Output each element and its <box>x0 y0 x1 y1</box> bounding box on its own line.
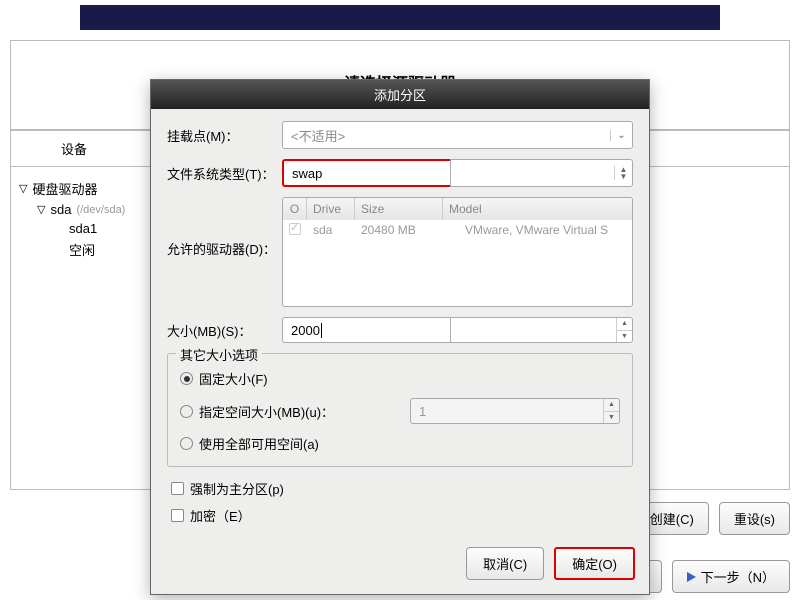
allowed-drives-label: 允许的驱动器(D)： <box>167 197 282 258</box>
tree-disk-label: sda <box>50 202 71 217</box>
fs-type-value[interactable]: swap <box>284 166 450 181</box>
drive-row-size: 20480 MB <box>355 223 443 238</box>
chevron-down-icon: ⌄ <box>610 130 632 141</box>
spinner-down-icon: ▼ <box>617 331 632 343</box>
chevron-down-icon[interactable]: ▽ <box>37 203 45 216</box>
force-primary-label: 强制为主分区(p) <box>190 479 284 498</box>
spinner-buttons[interactable]: ▲▼ <box>616 318 632 342</box>
arrow-right-icon <box>687 572 696 582</box>
text-cursor <box>321 323 322 338</box>
encrypt-checkbox[interactable]: 加密（E） <box>167 502 633 529</box>
table-action-buttons: 创建(C) 重设(s) <box>635 502 790 535</box>
drive-th-check[interactable]: O <box>283 198 307 220</box>
checkbox-icon <box>171 509 184 522</box>
radio-fill-max-label: 使用全部可用空间(a) <box>199 434 319 453</box>
allowed-drives-table: O Drive Size Model sda 20480 MB VMware, … <box>282 197 633 307</box>
spinner-down-icon: ▼ <box>604 412 619 424</box>
checkbox-icon <box>171 482 184 495</box>
radio-fill-max[interactable]: 使用全部可用空间(a) <box>180 429 620 458</box>
device-column-header[interactable]: 设备 <box>11 139 137 158</box>
mount-point-label: 挂载点(M)： <box>167 126 282 145</box>
radio-fixed[interactable]: 固定大小(F) <box>180 364 620 393</box>
drive-row-model: VMware, VMware Virtual S <box>443 223 632 238</box>
drive-th-drive[interactable]: Drive <box>307 198 355 220</box>
drive-th-size[interactable]: Size <box>355 198 443 220</box>
extra-size-legend: 其它大小选项 <box>176 345 262 364</box>
drive-row-drive: sda <box>307 223 355 238</box>
tree-partition-label: sda1 <box>69 221 97 236</box>
checkmark-icon <box>289 223 301 235</box>
cancel-button[interactable]: 取消(C) <box>466 547 544 580</box>
radio-fill-to[interactable]: 指定空间大小(MB)(u)： 1 ▲▼ <box>180 393 620 429</box>
spinner-up-icon: ▲ <box>617 318 632 331</box>
spinner-buttons: ▲▼ <box>603 399 619 423</box>
radio-icon <box>180 372 193 385</box>
fill-to-value: 1 <box>411 399 603 423</box>
drive-row[interactable]: sda 20480 MB VMware, VMware Virtual S <box>283 220 632 241</box>
radio-icon <box>180 405 193 418</box>
size-spinner[interactable]: ▲▼ <box>450 317 633 343</box>
radio-fill-to-label: 指定空间大小(MB)(u)： <box>199 402 334 421</box>
radio-icon <box>180 437 193 450</box>
tree-root-label: 硬盘驱动器 <box>32 179 97 198</box>
fs-type-highlight: swap <box>282 159 450 187</box>
chevron-down-icon[interactable]: ▽ <box>19 182 27 195</box>
radio-fixed-label: 固定大小(F) <box>199 369 268 388</box>
size-input[interactable]: 2000 <box>283 318 450 342</box>
size-highlight: 2000 <box>282 317 450 343</box>
top-banner <box>80 5 720 30</box>
dialog-title: 添加分区 <box>151 80 649 109</box>
dialog-buttons: 取消(C) 确定(O) <box>151 541 649 594</box>
spinner-up-icon: ▲ <box>604 399 619 412</box>
tree-disk-devpath: (/dev/sda) <box>76 204 125 216</box>
mount-point-value: <不适用> <box>283 126 610 145</box>
fill-to-spinner: 1 ▲▼ <box>410 398 620 424</box>
fs-type-dropdown[interactable]: ▲▼ <box>450 159 633 187</box>
tree-free-label: 空闲 <box>69 240 95 259</box>
encrypt-label: 加密（E） <box>190 506 251 525</box>
extra-size-fieldset: 其它大小选项 固定大小(F) 指定空间大小(MB)(u)： 1 ▲▼ 使用全部可… <box>167 353 633 467</box>
drive-th-model[interactable]: Model <box>443 198 632 220</box>
reset-button[interactable]: 重设(s) <box>719 502 790 535</box>
next-button[interactable]: 下一步（N） <box>672 560 790 593</box>
updown-icon: ▲▼ <box>614 166 632 180</box>
size-label: 大小(MB)(S)： <box>167 321 282 340</box>
drive-table-header: O Drive Size Model <box>283 198 632 220</box>
drive-row-check[interactable] <box>283 223 307 238</box>
mount-point-dropdown[interactable]: <不适用> ⌄ <box>282 121 633 149</box>
add-partition-dialog: 添加分区 挂载点(M)： <不适用> ⌄ 文件系统类型(T)： swap ▲▼ <box>150 79 650 595</box>
force-primary-checkbox[interactable]: 强制为主分区(p) <box>167 475 633 502</box>
ok-button[interactable]: 确定(O) <box>554 547 635 580</box>
fs-type-label: 文件系统类型(T)： <box>167 164 282 183</box>
